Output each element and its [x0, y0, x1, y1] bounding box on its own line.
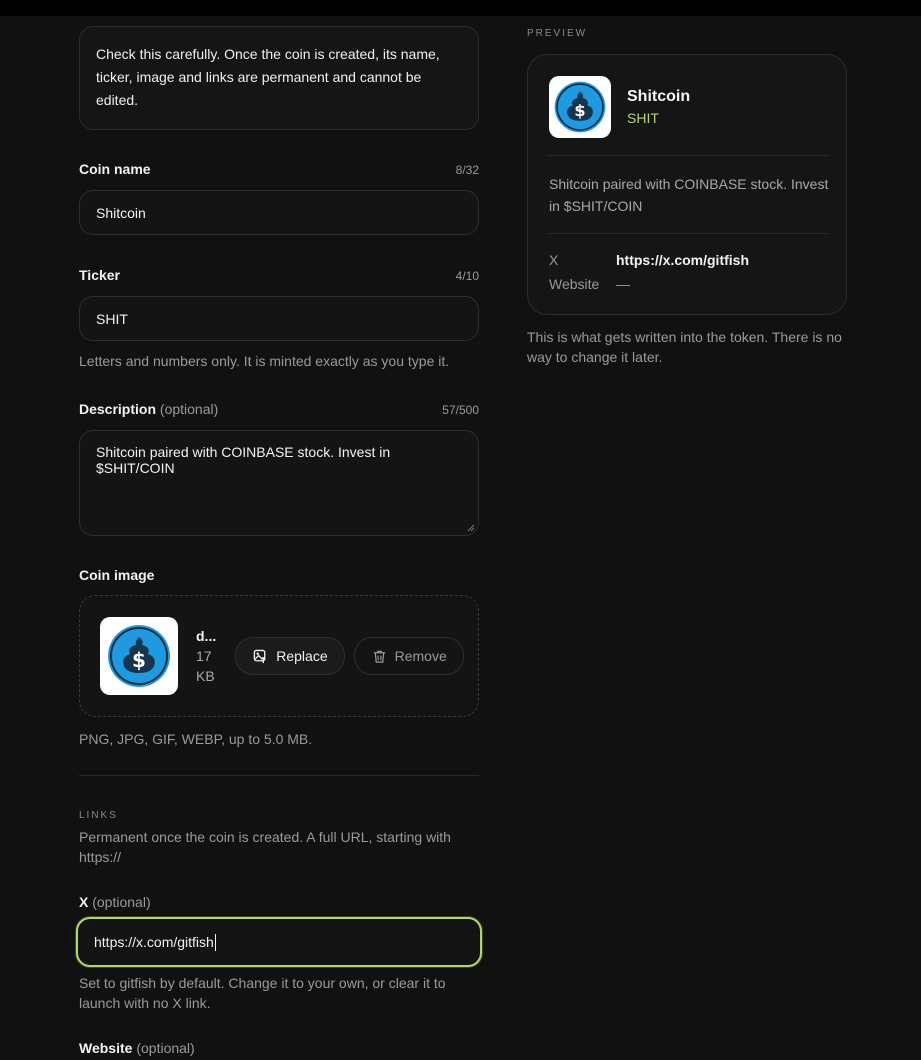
- coin-image-dropzone[interactable]: $ d... 17 KB Replace Remove: [79, 595, 479, 717]
- top-bar: [0, 0, 921, 16]
- preview-coin-name: Shitcoin: [627, 88, 691, 105]
- permanence-warning: Check this carefully. Once the coin is c…: [79, 26, 479, 130]
- links-section: LINKS Permanent once the coin is created…: [79, 810, 479, 867]
- preview-divider-bottom: [549, 233, 827, 234]
- preview-website-key: Website: [549, 276, 600, 292]
- ticker-input[interactable]: SHIT: [79, 296, 479, 341]
- text-caret: [214, 933, 216, 951]
- ticker-label: Ticker: [79, 267, 120, 283]
- x-link-field: X (optional) https://x.com/gitfish Set t…: [76, 894, 482, 1013]
- image-replace-icon: [253, 649, 266, 663]
- preview-ticker: SHIT: [627, 110, 659, 126]
- x-link-value: https://x.com/gitfish: [94, 934, 214, 950]
- coin-image-label: Coin image: [79, 567, 155, 583]
- preview-title-block: Shitcoin SHIT: [627, 86, 690, 128]
- preview-description: Shitcoin paired with COINBASE stock. Inv…: [549, 176, 829, 214]
- bitcoin-dollar-pile-icon: $: [554, 81, 606, 133]
- website-label: Website (optional): [79, 1040, 195, 1056]
- remove-button[interactable]: Remove: [353, 637, 464, 675]
- file-size-unit: KB: [196, 668, 215, 684]
- preview-website-row: Website —: [549, 276, 630, 292]
- preview-x-value: https://x.com/gitfish: [616, 252, 749, 268]
- bitcoin-dollar-pile-icon: $: [108, 625, 170, 687]
- ticker-counter: 4/10: [455, 269, 479, 283]
- coin-name-counter: 8/32: [455, 163, 479, 177]
- preview-card: $ Shitcoin SHIT Shitcoin paired with COI…: [527, 54, 847, 315]
- links-section-label: LINKS: [79, 810, 118, 821]
- description-value: Shitcoin paired with COINBASE stock. Inv…: [96, 444, 391, 476]
- x-link-input[interactable]: https://x.com/gitfish: [76, 917, 482, 967]
- ticker-help: Letters and numbers only. It is minted e…: [79, 353, 450, 369]
- preview-website-value: —: [616, 276, 630, 292]
- x-link-help: Set to gitfish by default. Change it to …: [79, 975, 446, 1011]
- ticker-value: SHIT: [96, 310, 128, 327]
- website-field: Website (optional): [79, 1040, 479, 1060]
- replace-label: Replace: [276, 648, 328, 664]
- svg-text:$: $: [132, 648, 146, 672]
- coin-name-field: Coin name 8/32 Shitcoin: [79, 161, 479, 235]
- description-counter: 57/500: [442, 403, 479, 417]
- trash-icon: [373, 650, 385, 663]
- preview-x-key: X: [549, 252, 559, 268]
- file-info: d... 17 KB: [196, 626, 216, 686]
- remove-label: Remove: [394, 648, 447, 664]
- description-field: Description (optional) 57/500 Shitcoin p…: [79, 401, 479, 536]
- coin-name-value: Shitcoin: [96, 204, 146, 221]
- coin-image-help: PNG, JPG, GIF, WEBP, up to 5.0 MB.: [79, 731, 313, 747]
- description-label: Description (optional): [79, 401, 219, 417]
- section-divider: [79, 775, 479, 776]
- description-textarea[interactable]: Shitcoin paired with COINBASE stock. Inv…: [79, 430, 479, 536]
- preview-logo: $: [549, 76, 611, 138]
- file-name: d...: [196, 628, 217, 644]
- preview-section-label: PREVIEW: [527, 28, 588, 39]
- coin-name-input[interactable]: Shitcoin: [79, 190, 479, 235]
- resize-handle-icon[interactable]: [467, 524, 475, 532]
- ticker-field: Ticker 4/10 SHIT Letters and numbers onl…: [79, 267, 479, 371]
- svg-text:$: $: [574, 101, 585, 120]
- x-link-label: X (optional): [79, 894, 151, 910]
- coin-image-thumbnail: $: [100, 617, 178, 695]
- preview-divider-top: [549, 155, 827, 156]
- coin-image-field: Coin image $ d... 17 KB Replace Remove P…: [79, 567, 479, 749]
- form-column: Check this carefully. Once the coin is c…: [79, 26, 479, 130]
- file-size-number: 17: [196, 648, 212, 664]
- preview-note: This is what gets written into the token…: [527, 329, 842, 365]
- links-help: Permanent once the coin is created. A fu…: [79, 829, 451, 865]
- preview-x-row: X https://x.com/gitfish: [549, 252, 749, 268]
- replace-button[interactable]: Replace: [235, 637, 345, 675]
- coin-name-label: Coin name: [79, 161, 151, 177]
- preview-header: $ Shitcoin SHIT: [549, 76, 690, 138]
